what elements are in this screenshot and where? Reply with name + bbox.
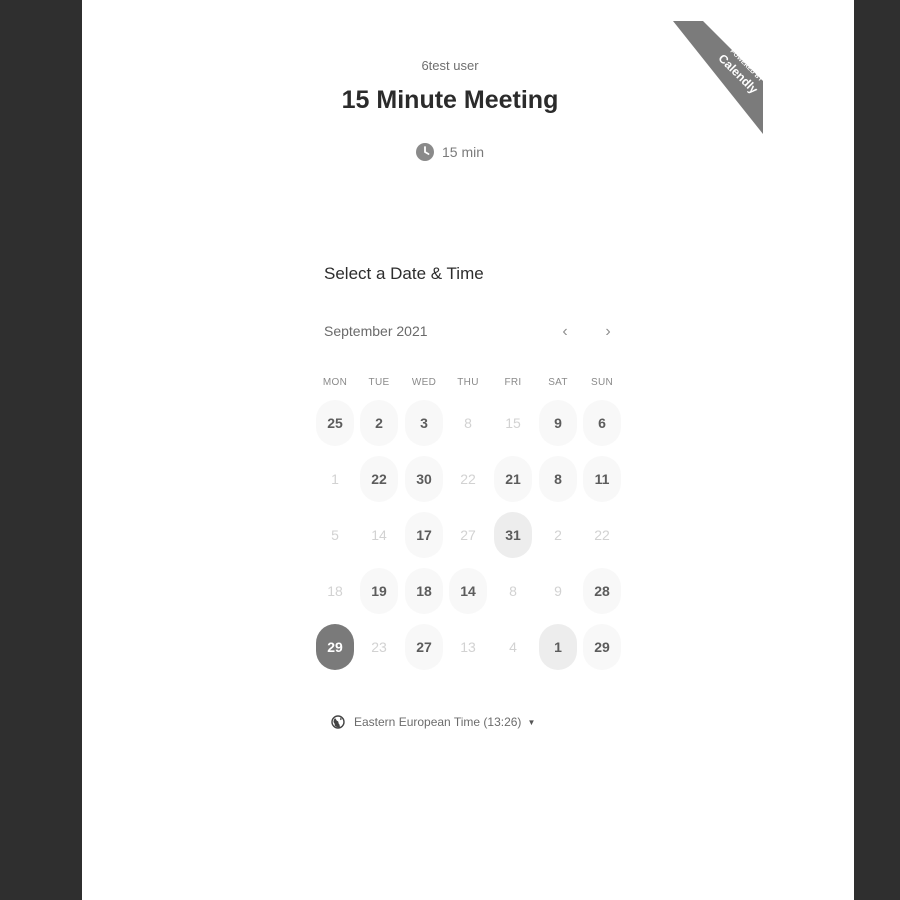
calendar-day[interactable]: 30: [405, 456, 443, 502]
calendar-day[interactable]: 25: [316, 400, 354, 446]
powered-by-calendly-badge[interactable]: POWERED BY Calendly: [673, 21, 763, 134]
globe-icon: [331, 715, 345, 729]
calendar-day: 2: [554, 527, 562, 543]
event-duration: 15 min: [0, 143, 900, 161]
calendar-day: 27: [460, 527, 476, 543]
calendar-day[interactable]: 14: [449, 568, 487, 614]
calendar-day[interactable]: 1: [539, 624, 577, 670]
booking-page: [82, 0, 854, 900]
calendar-day[interactable]: 22: [360, 456, 398, 502]
calendar-day[interactable]: 11: [583, 456, 621, 502]
calendar-day[interactable]: 29: [316, 624, 354, 670]
calendar-day[interactable]: 28: [583, 568, 621, 614]
calendar-day[interactable]: 31: [494, 512, 532, 558]
organizer-name: 6test user: [421, 58, 479, 73]
calendar-day: 4: [509, 639, 517, 655]
calendar-day: 23: [371, 639, 387, 655]
caret-down-icon: ▼: [527, 717, 536, 727]
calendar-day: 9: [554, 583, 562, 599]
calendar-day: 13: [460, 639, 476, 655]
duration-label: 15 min: [441, 144, 485, 160]
calendar-day[interactable]: 19: [360, 568, 398, 614]
weekday-header: FRI: [504, 377, 522, 388]
calendar-day[interactable]: 18: [405, 568, 443, 614]
picker-heading: Select a Date & Time: [324, 264, 484, 283]
calendar-day: 14: [371, 527, 387, 543]
calendar-day: 8: [464, 415, 472, 431]
calendar-day: 1: [331, 471, 339, 487]
calendar-day: 5: [331, 527, 339, 543]
timezone-selector[interactable]: Eastern European Time (13:26) ▼: [331, 715, 535, 729]
weekday-header: SUN: [590, 377, 613, 388]
timezone-label: Eastern European Time (13:26): [354, 715, 522, 729]
calendar-day[interactable]: 9: [539, 400, 577, 446]
current-month: September 2021: [324, 323, 428, 339]
weekday-header: TUE: [368, 377, 390, 388]
weekday-header: SAT: [548, 377, 568, 388]
calendar-day[interactable]: 6: [583, 400, 621, 446]
calendar-day[interactable]: 2: [360, 400, 398, 446]
event-title: 15 Minute Meeting: [341, 86, 559, 114]
chevron-right-icon[interactable]: ›: [597, 321, 619, 343]
chevron-left-icon[interactable]: ‹: [554, 321, 576, 343]
clock-icon: [415, 143, 434, 161]
calendar-day: 22: [460, 471, 476, 487]
calendar-day[interactable]: 29: [583, 624, 621, 670]
weekday-header: WED: [411, 377, 437, 388]
calendar-day[interactable]: 17: [405, 512, 443, 558]
calendar-day[interactable]: 3: [405, 400, 443, 446]
calendar-day: 8: [509, 583, 517, 599]
calendar-day[interactable]: 8: [539, 456, 577, 502]
weekday-header: THU: [457, 377, 479, 388]
calendar-day[interactable]: 27: [405, 624, 443, 670]
calendar-day: 22: [594, 527, 610, 543]
calendar-day: 18: [327, 583, 343, 599]
calendar-day: 15: [505, 415, 521, 431]
calendar-day[interactable]: 21: [494, 456, 532, 502]
weekday-header: MON: [322, 377, 348, 388]
